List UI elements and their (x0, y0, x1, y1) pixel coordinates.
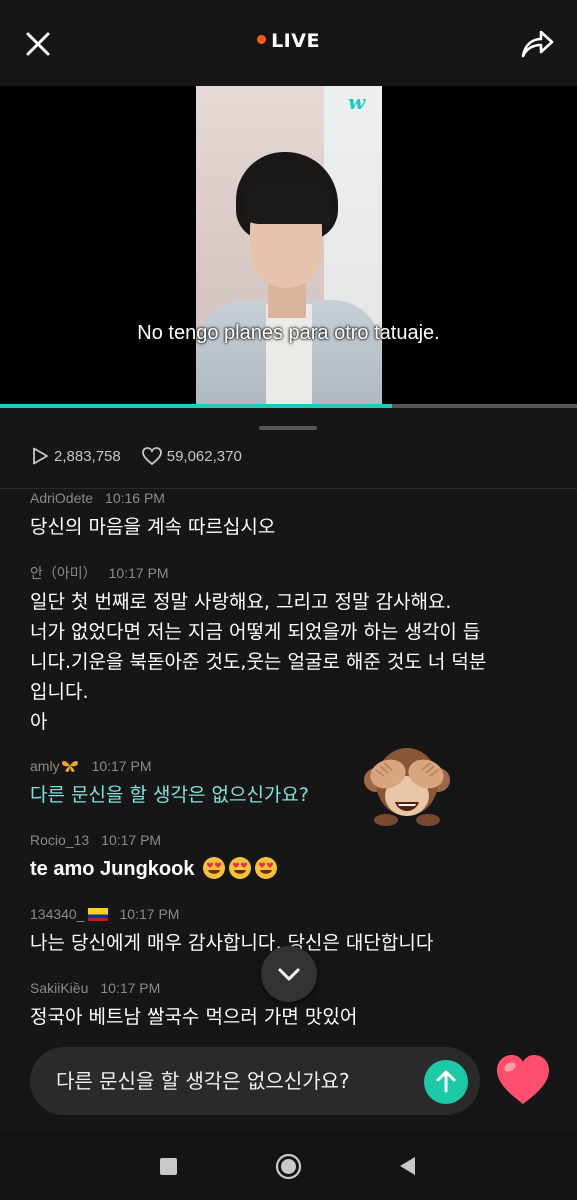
back-icon[interactable] (396, 1155, 418, 1177)
comment-time: 10:17 PM (91, 758, 152, 774)
like-heart-button[interactable] (493, 1050, 553, 1110)
comment-input-value[interactable]: 다른 문신을 할 생각은 없으신가요? (56, 1047, 350, 1115)
heart-eyes-emoji-icon (229, 856, 252, 879)
video-progress-bar[interactable] (0, 404, 577, 408)
video-frame: w (196, 86, 382, 404)
colombia-flag-icon (87, 907, 108, 921)
comment-item: AdriOdete 10:16 PM 당신의 마음을 계속 따르십시오 (30, 488, 550, 542)
comment-time: 10:17 PM (101, 832, 162, 848)
weverse-logo-icon: w (348, 90, 366, 114)
top-bar: LIVE (0, 0, 577, 86)
comment-text: te amo Jungkook (30, 854, 550, 884)
comment-input[interactable]: 다른 문신을 할 생각은 없으신가요? (30, 1047, 480, 1115)
play-count-icon (33, 447, 48, 465)
video-progress-fill (0, 404, 393, 408)
comment-user[interactable]: SakiiKiều (30, 980, 88, 996)
heart-eyes-emoji-icon (203, 856, 226, 879)
arrow-up-icon (436, 1070, 456, 1093)
comment-time: 10:16 PM (105, 490, 165, 506)
live-indicator: LIVE (0, 30, 577, 52)
video-subtitle: No tengo planes para otro tatuaje. (137, 322, 440, 344)
stats-row: 2,883,758 59,062,370 (30, 444, 262, 468)
view-count: 2,883,758 (54, 447, 121, 465)
comment-text: 정국아 베트남 쌀국수 먹으러 가면 맛있어 (30, 1006, 358, 1028)
comment-text: 당신의 마음을 계속 따르십시오 (30, 516, 276, 538)
home-icon[interactable] (275, 1153, 302, 1180)
comment-item: amly 10:17 PM 다른 문신을 할 생각은 없으신가요? (30, 756, 550, 810)
comment-item: Rocio_13 10:17 PM te amo Jungkook (30, 830, 550, 884)
comment-item: 안（아미） 10:17 PM 일단 첫 번째로 정말 사랑해요, 그리고 정말 감… (30, 563, 550, 737)
butterfly-icon (61, 761, 78, 773)
see-no-evil-monkey-icon (364, 748, 450, 826)
comment-time: 10:17 PM (108, 565, 169, 581)
recent-apps-icon[interactable] (160, 1158, 177, 1175)
system-nav-bar (0, 1132, 577, 1200)
live-label: LIVE (271, 30, 320, 52)
heart-icon (497, 1055, 549, 1104)
comment-user[interactable]: amly (30, 758, 60, 774)
heart-eyes-emoji-icon (255, 856, 278, 879)
comment-user[interactable]: 134340_ (30, 906, 85, 922)
live-dot-icon (257, 35, 267, 44)
comment-time: 10:17 PM (119, 906, 180, 922)
comment-time: 10:17 PM (100, 980, 161, 996)
video-player[interactable]: w No tengo planes para otro tatuaje. (0, 86, 577, 404)
like-count: 59,062,370 (166, 447, 242, 465)
comment-text: 일단 첫 번째로 정말 사랑해요, 그리고 정말 감사해요. 너가 없었다면 저… (30, 591, 487, 733)
share-icon[interactable] (517, 24, 557, 64)
comment-user[interactable]: AdriOdete (30, 490, 93, 506)
chevron-down-icon (278, 968, 300, 981)
drag-handle[interactable] (259, 426, 317, 430)
comment-text: 다른 문신을 할 생각은 없으신가요? (30, 784, 309, 806)
scroll-down-button[interactable] (261, 946, 317, 1002)
send-button[interactable] (424, 1060, 468, 1104)
comment-user[interactable]: Rocio_13 (30, 832, 89, 848)
comment-user[interactable]: 안（아미） (30, 565, 97, 581)
heart-outline-icon (141, 447, 162, 466)
